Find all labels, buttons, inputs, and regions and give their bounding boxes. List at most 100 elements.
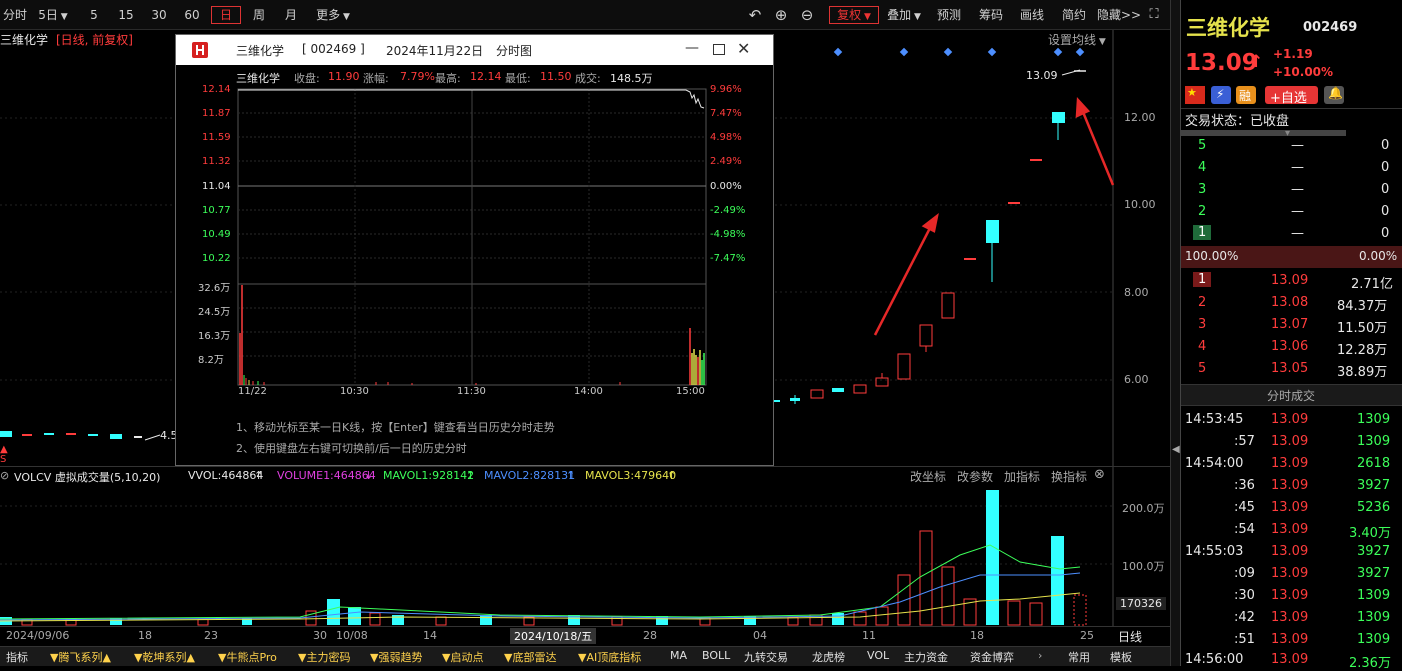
tick-price: 13.09 bbox=[1271, 500, 1309, 515]
fullscreen-icon[interactable]: ⛶ bbox=[1146, 6, 1162, 24]
tick-vol: 1309 bbox=[1357, 434, 1391, 449]
tick-time: 14:56:00 bbox=[1185, 652, 1244, 667]
intraday-popup[interactable]: 三维化学 [ 002469 ] 2024年11月22日 分时图 — ✕ 三维化学… bbox=[175, 34, 774, 466]
tick-vol: 2618 bbox=[1357, 456, 1391, 471]
forecast-button[interactable]: 预测 bbox=[936, 6, 962, 24]
price-axis-label: 8.00 bbox=[1124, 286, 1149, 299]
ask-price: — bbox=[1291, 182, 1304, 197]
add-watchlist-label: +自选 bbox=[1270, 91, 1307, 106]
indicator-tab[interactable]: ▼启动点 bbox=[442, 649, 483, 665]
ask-price: — bbox=[1291, 160, 1304, 175]
period-timeshare[interactable]: 分时 bbox=[2, 6, 28, 24]
tick-time: :54 bbox=[1234, 522, 1255, 537]
signal-markers bbox=[833, 47, 1085, 57]
ask-vol: 0 bbox=[1381, 160, 1390, 175]
date-cursor-label: 2024/10/18/五 bbox=[510, 628, 597, 644]
bid-vol: 38.89万 bbox=[1337, 365, 1388, 380]
indicator-tab[interactable]: ▼乾坤系列▲ bbox=[134, 649, 195, 665]
indicator-tab[interactable]: 龙虎榜 bbox=[812, 649, 845, 665]
chevron-right-icon[interactable]: › bbox=[1038, 649, 1042, 662]
period-60min[interactable]: 60 bbox=[182, 6, 202, 24]
ask-vol: 0 bbox=[1381, 204, 1390, 219]
trade-status: 交易状态：已收盘 bbox=[1185, 114, 1290, 129]
zoom-out-icon[interactable]: ⊖ bbox=[798, 6, 816, 24]
draw-line-button[interactable]: 画线 bbox=[1019, 6, 1045, 24]
price-axis-label: 12.00 bbox=[1124, 111, 1156, 124]
period-more-dropdown[interactable]: 更多 ▼ bbox=[314, 6, 352, 24]
tick-vol: 1309 bbox=[1357, 610, 1391, 625]
tick-vol: 1309 bbox=[1357, 412, 1391, 427]
quote-price: 13.09 bbox=[1185, 50, 1258, 76]
price-up-arrow-icon: ↑ bbox=[1249, 52, 1264, 72]
bell-icon[interactable]: 🔔 bbox=[1324, 86, 1344, 104]
ask-level: 2 bbox=[1198, 204, 1207, 219]
chips-button[interactable]: 筹码 bbox=[978, 6, 1004, 24]
period-month[interactable]: 月 bbox=[282, 6, 300, 24]
lightning-icon[interactable]: ⚡ bbox=[1211, 86, 1231, 104]
period-30min[interactable]: 30 bbox=[149, 6, 169, 24]
template-button[interactable]: 模板 bbox=[1110, 649, 1132, 665]
indicator-tab[interactable]: 主力资金 bbox=[904, 649, 948, 665]
quote-panel: 三维化学 002469 13.09 ↑ +1.19 +10.00% ★ ⚡ 融 … bbox=[1180, 0, 1402, 671]
simple-mode-button[interactable]: 简约 bbox=[1061, 6, 1087, 24]
ask-level: 4 bbox=[1198, 160, 1207, 175]
chevron-left-icon[interactable]: ◀ bbox=[1172, 444, 1180, 455]
period-5day-dropdown[interactable]: 5日 ▼ bbox=[36, 6, 70, 24]
date-axis: 2024/09/06 18 23 30 10/08 14 2024/10/18/… bbox=[0, 626, 1170, 646]
ticks-title: 分时成交 bbox=[1267, 389, 1316, 403]
volume-bars bbox=[0, 490, 1087, 626]
indicator-tab[interactable]: 资金博弈 bbox=[970, 649, 1014, 665]
tick-vol: 3927 bbox=[1357, 544, 1391, 559]
bid-vol: 11.50万 bbox=[1337, 321, 1388, 336]
period-15min[interactable]: 15 bbox=[116, 6, 136, 24]
indicator-tab[interactable]: ▼强弱趋势 bbox=[370, 649, 422, 665]
indicator-tab[interactable]: BOLL bbox=[702, 649, 730, 662]
intraday-svg bbox=[237, 88, 707, 386]
indicator-tab[interactable]: MA bbox=[670, 649, 687, 662]
period-5min[interactable]: 5 bbox=[86, 6, 102, 24]
bid-vol: 84.37万 bbox=[1337, 299, 1388, 314]
volume-pane[interactable]: ⊘ VOLCV 虚拟成交量(5,10,20) VVOL:464864 ↑ VOL… bbox=[0, 466, 1170, 627]
chevron-down-icon: ▼ bbox=[861, 12, 871, 22]
ask-level: 3 bbox=[1198, 182, 1207, 197]
indicator-tab[interactable]: VOL bbox=[867, 649, 889, 662]
tick-price: 13.09 bbox=[1271, 566, 1309, 581]
indicator-tab[interactable]: ▼牛熊点Pro bbox=[218, 649, 277, 665]
date-label: 10/08 bbox=[336, 629, 368, 642]
fuquan-dropdown[interactable]: 复权 ▼ bbox=[829, 6, 879, 24]
bid-price: 13.05 bbox=[1271, 361, 1309, 376]
overlay-dropdown[interactable]: 叠加 ▼ bbox=[884, 6, 924, 24]
indicator-tab[interactable]: ▼底部雷达 bbox=[504, 649, 556, 665]
date-label: 23 bbox=[204, 629, 218, 642]
date-label: 11 bbox=[862, 629, 876, 642]
tick-time: :36 bbox=[1234, 478, 1255, 493]
hint-line-1: 1、移动光标至某一日K线，按【Enter】键查看当日历史分时走势 bbox=[236, 421, 555, 434]
indicator-tab[interactable]: ▼腾飞系列▲ bbox=[50, 649, 111, 665]
time-axis-label: 14:00 bbox=[574, 386, 603, 397]
indicator-tab[interactable]: ▼AI顶底指标 bbox=[578, 649, 641, 665]
chevron-down-icon: ▼ bbox=[911, 12, 921, 22]
price-axis-label: 10.00 bbox=[1124, 198, 1156, 211]
overlay-label: 叠加 bbox=[887, 8, 912, 22]
time-axis-label: 10:30 bbox=[340, 386, 369, 397]
common-button[interactable]: 常用 bbox=[1068, 649, 1090, 665]
hide-panel-button[interactable]: 隐藏>> bbox=[1097, 6, 1141, 24]
bid-level: 1 bbox=[1193, 272, 1212, 287]
add-watchlist-button[interactable]: +自选 bbox=[1265, 86, 1318, 106]
panel-splitter[interactable]: ◀ bbox=[1170, 0, 1180, 666]
period-day[interactable]: 日 bbox=[211, 6, 241, 24]
bid-price: 13.09 bbox=[1271, 273, 1309, 288]
tick-price: 13.09 bbox=[1271, 652, 1309, 667]
indicator-tab[interactable]: 九转交易 bbox=[744, 649, 788, 665]
period-week[interactable]: 周 bbox=[250, 6, 268, 24]
fuquan-label: 复权 bbox=[837, 8, 862, 22]
tick-vol: 5236 bbox=[1357, 500, 1391, 515]
zoom-in-icon[interactable]: ⊕ bbox=[772, 6, 790, 24]
undo-icon[interactable]: ↶ bbox=[746, 6, 764, 24]
volume-axis-label: 200.0万 bbox=[1122, 502, 1165, 515]
margin-badge[interactable]: 融 bbox=[1236, 86, 1256, 104]
indicator-tab[interactable]: ▼主力密码 bbox=[298, 649, 350, 665]
tick-price: 13.09 bbox=[1271, 456, 1309, 471]
tick-price: 13.09 bbox=[1271, 478, 1309, 493]
indicator-tab[interactable]: 指标 bbox=[6, 649, 28, 665]
